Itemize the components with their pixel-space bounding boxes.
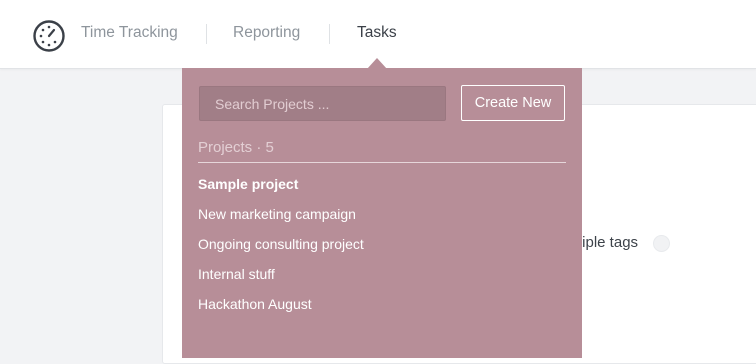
nav-tasks[interactable]: Tasks (357, 24, 397, 42)
background-info-icon (653, 235, 670, 252)
project-item-new-marketing-campaign[interactable]: New marketing campaign (198, 205, 364, 235)
nav-reporting[interactable]: Reporting (233, 24, 300, 42)
nav-separator (206, 24, 207, 44)
project-item-internal-stuff[interactable]: Internal stuff (198, 265, 364, 295)
clock-logo-icon[interactable] (32, 19, 66, 53)
create-new-button[interactable]: Create New (461, 85, 565, 121)
projects-divider (198, 162, 566, 163)
project-item-hackathon-august[interactable]: Hackathon August (198, 295, 364, 325)
projects-count-header: Projects · 5 (198, 139, 274, 156)
project-item-sample-project[interactable]: Sample project (198, 175, 364, 205)
nav-separator (329, 24, 330, 44)
background-tags-text: tiple tags (578, 234, 639, 251)
nav-time-tracking[interactable]: Time Tracking (81, 24, 178, 42)
project-list: Sample project New marketing campaign On… (198, 175, 364, 325)
search-projects-input[interactable] (199, 86, 446, 121)
project-item-ongoing-consulting-project[interactable]: Ongoing consulting project (198, 235, 364, 265)
